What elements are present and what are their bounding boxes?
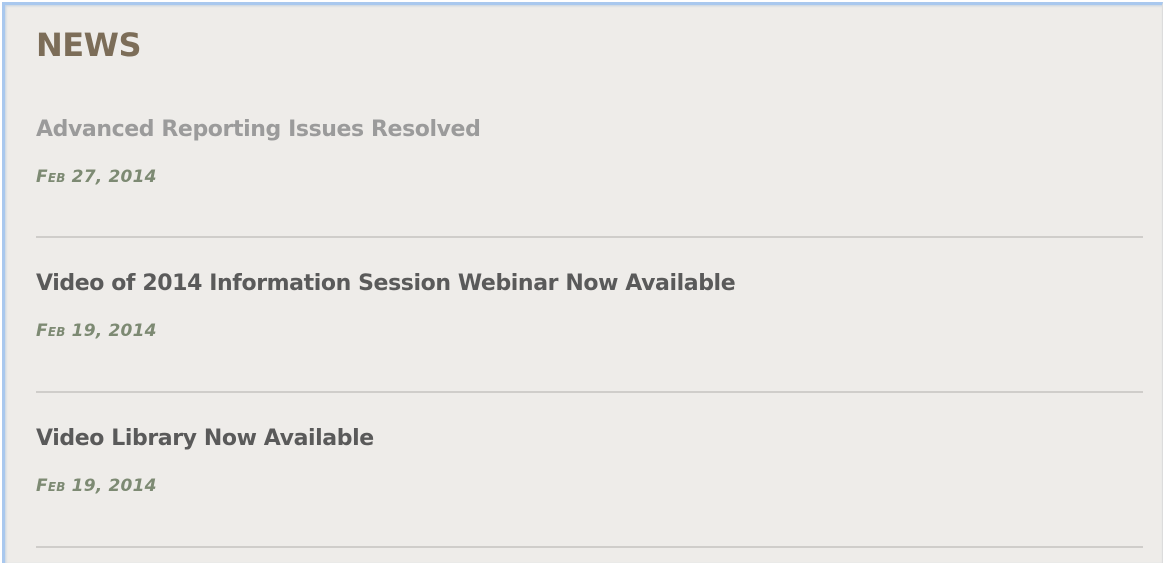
news-item-date: Feb 19, 2014 [36,321,157,341]
news-heading: NEWS [36,26,141,64]
news-item-title-link[interactable]: Advanced Reporting Issues Resolved [36,115,1142,145]
news-item-date: Feb 27, 2014 [36,167,157,187]
news-item: Advanced Reporting Issues Resolved Feb 2… [36,115,1142,188]
news-item-title-link[interactable]: Video of 2014 Information Session Webina… [36,269,1142,299]
news-item: Video Library Now Available Feb 19, 2014 [36,424,1142,497]
news-item: Video of 2014 Information Session Webina… [36,269,1142,342]
news-divider [36,391,1143,393]
news-item-title-link[interactable]: Video Library Now Available [36,424,1142,454]
news-divider [36,546,1143,548]
news-item-date: Feb 19, 2014 [36,476,157,496]
news-divider [36,236,1143,238]
news-panel: NEWS Advanced Reporting Issues Resolved … [2,2,1163,563]
